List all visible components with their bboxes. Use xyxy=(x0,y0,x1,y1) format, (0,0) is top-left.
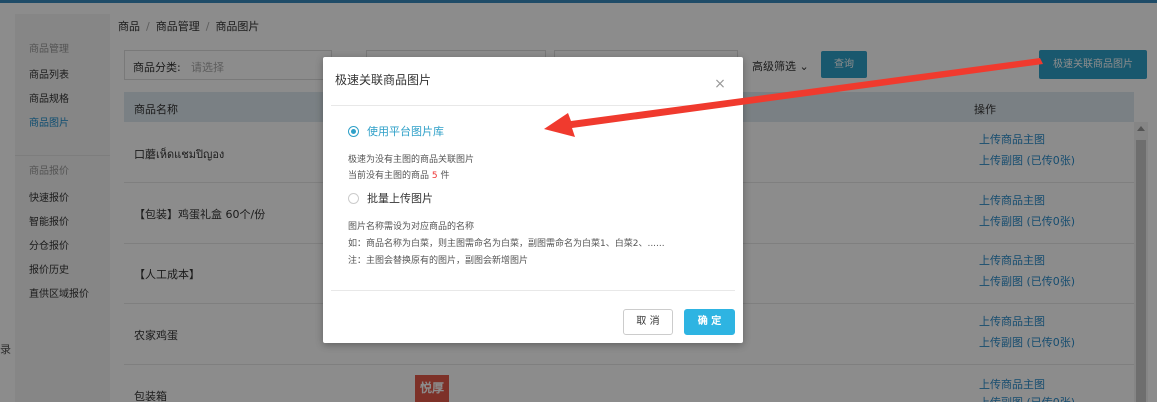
annotation-arrow xyxy=(544,58,1043,137)
annotation-arrow-shape xyxy=(544,58,1043,137)
